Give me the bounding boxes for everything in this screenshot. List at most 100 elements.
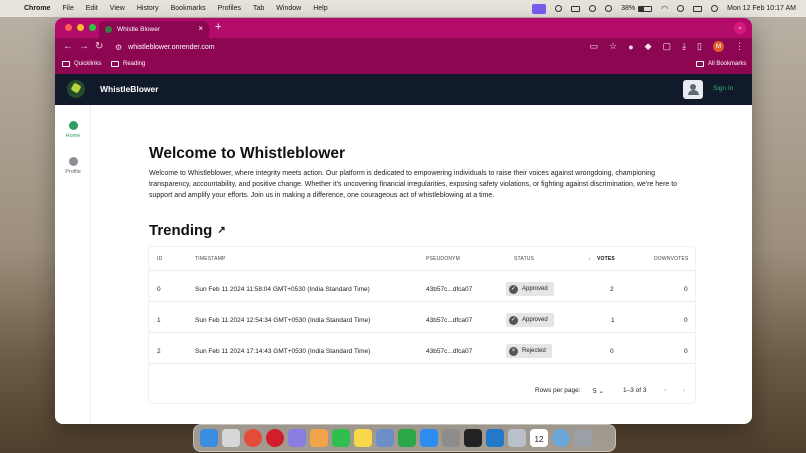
app-icon-3[interactable] [552, 429, 570, 447]
menu-view[interactable]: View [110, 5, 125, 12]
numbers-icon[interactable] [398, 429, 416, 447]
cell-downvotes: 0 [684, 348, 688, 355]
cell-pseudonym: 43b57c...dfca07 [426, 348, 473, 355]
close-window-button[interactable] [65, 24, 72, 31]
control-center-icon[interactable] [693, 5, 703, 12]
column-header-id[interactable]: ID [157, 256, 162, 262]
app-header: WhistleBlower Sign In [55, 74, 752, 105]
trending-title: Trending [149, 222, 213, 239]
profile-avatar[interactable]: M [713, 41, 724, 52]
cell-pseudonym: 43b57c...dfca07 [426, 286, 473, 293]
app-title[interactable]: WhistleBlower [100, 84, 159, 94]
url-text[interactable]: whistleblower.onrender.com [128, 44, 214, 51]
next-page-icon[interactable]: › [683, 387, 685, 394]
extension-icon[interactable]: ● [628, 42, 633, 52]
back-icon[interactable]: ← [63, 41, 73, 52]
app-store-icon[interactable] [420, 429, 438, 447]
photos-icon[interactable] [310, 429, 328, 447]
reload-icon[interactable]: ↻ [95, 41, 103, 52]
cast-icon[interactable]: ▭ [590, 41, 599, 52]
mute-icon[interactable] [571, 5, 581, 12]
user-avatar-button[interactable] [683, 80, 703, 99]
forward-icon[interactable]: → [79, 41, 89, 52]
sort-arrow-icon[interactable]: ↓ [588, 256, 591, 262]
sign-in-button[interactable]: Sign In [713, 85, 733, 92]
trending-up-icon: ↗ [217, 225, 226, 236]
finder-icon[interactable] [200, 429, 218, 447]
menu-bookmarks[interactable]: Bookmarks [171, 5, 206, 12]
previous-page-icon[interactable]: ‹ [664, 387, 666, 394]
siri-icon[interactable] [711, 5, 719, 12]
all-bookmarks[interactable]: All Bookmarks [696, 61, 746, 67]
site-info-icon[interactable]: ⚙ [115, 43, 122, 52]
account-icon[interactable] [605, 5, 613, 12]
new-tab-button[interactable]: + [215, 21, 221, 33]
browser-tab[interactable]: Whistle Blower × [99, 21, 209, 38]
app-logo[interactable] [67, 80, 85, 98]
tab-favicon-icon [105, 26, 112, 33]
terminal-icon[interactable] [464, 429, 482, 447]
column-header-pseudonym[interactable]: PSEUDONYM [426, 256, 460, 262]
nav-profile[interactable]: Profile [55, 157, 91, 175]
check-icon: ✓ [509, 315, 518, 325]
cell-votes: 1 [611, 317, 615, 324]
facetime-icon[interactable] [332, 429, 350, 447]
column-header-votes[interactable]: VOTES [597, 256, 615, 262]
calendar-icon[interactable]: 12 [530, 429, 548, 447]
menu-history[interactable]: History [137, 5, 159, 12]
tab-title: Whistle Blower [117, 26, 160, 33]
menu-file[interactable]: File [62, 5, 73, 12]
column-header-downvotes[interactable]: DOWNVOTES [654, 256, 689, 262]
app-icon[interactable] [288, 429, 306, 447]
column-header-status[interactable]: STATUS [514, 256, 534, 262]
bookmark-star-icon[interactable]: ☆ [609, 41, 617, 52]
menu-tab[interactable]: Tab [253, 5, 264, 12]
menu-app-name[interactable]: Chrome [24, 5, 50, 12]
tab-close-icon[interactable]: × [198, 24, 203, 33]
menu-window[interactable]: Window [276, 5, 301, 12]
side-panel-icon[interactable]: ▯ [697, 41, 702, 52]
extension-icon-2[interactable]: ◆ [645, 41, 652, 52]
zoom-window-button[interactable] [89, 24, 96, 31]
bookmark-quicklinks[interactable]: Quicklinks [62, 61, 101, 67]
menu-profiles[interactable]: Profiles [218, 5, 241, 12]
menu-help[interactable]: Help [313, 5, 327, 12]
status-label: Rejected [522, 348, 546, 354]
launchpad-icon[interactable] [222, 429, 240, 447]
clock[interactable]: Mon 12 Feb 10:17 AM [727, 5, 796, 12]
nav-home-label: Home [65, 133, 81, 139]
opera-icon[interactable] [266, 429, 284, 447]
status-label: Approved [522, 286, 548, 292]
vscode-icon[interactable] [486, 429, 504, 447]
notes-icon[interactable] [354, 429, 372, 447]
play-icon[interactable] [555, 5, 563, 12]
battery-indicator[interactable]: 38% [621, 5, 653, 12]
address-bar[interactable]: ⚙ whistleblower.onrender.com [115, 40, 635, 55]
browser-toolbar: ← → ↻ ⚙ whistleblower.onrender.com ▭ ☆ ●… [55, 38, 752, 57]
nav-home[interactable]: Home [55, 121, 91, 139]
focus-icon[interactable] [589, 5, 597, 12]
minimize-window-button[interactable] [77, 24, 84, 31]
profile-icon [68, 157, 78, 166]
extensions-puzzle-icon[interactable]: ▢ [663, 41, 672, 52]
chrome-icon[interactable] [244, 429, 262, 447]
rows-per-page-select[interactable]: 5 ⌄ [593, 387, 604, 395]
cross-icon: × [509, 346, 518, 356]
column-header-timestamp[interactable]: TIMESTAMP [195, 256, 226, 262]
wifi-icon[interactable]: ◠ [661, 4, 668, 13]
rows-per-page-label: Rows per page: [535, 387, 581, 394]
chrome-menu-icon[interactable]: ⋮ [735, 41, 744, 52]
bookmark-reading[interactable]: Reading [111, 61, 145, 67]
download-icon[interactable]: ⤓ [682, 41, 686, 52]
cell-id: 1 [157, 317, 161, 324]
app-icon-2[interactable] [508, 429, 526, 447]
cell-id: 2 [157, 348, 161, 355]
macos-dock: 12 [193, 424, 616, 452]
menu-edit[interactable]: Edit [86, 5, 98, 12]
screen-mirror-icon[interactable] [532, 3, 547, 14]
tab-search-button[interactable]: ⌄ [734, 22, 746, 34]
system-settings-icon[interactable] [442, 429, 460, 447]
preview-icon[interactable] [376, 429, 394, 447]
search-icon[interactable] [677, 5, 685, 12]
trash-icon[interactable] [574, 429, 592, 447]
